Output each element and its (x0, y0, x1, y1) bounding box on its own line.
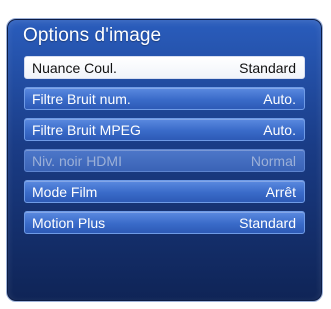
menu-item-value: Arrêt (265, 183, 296, 200)
menu-item-label: Filtre Bruit MPEG (32, 121, 141, 138)
menu-item-label: Mode Film (32, 183, 98, 200)
picture-options-menu: Nuance Coul. Standard Filtre Bruit num. … (24, 56, 305, 242)
menu-item-value: Normal (250, 152, 296, 169)
menu-item-label: Nuance Coul. (32, 59, 117, 76)
menu-item-value: Standard (239, 59, 296, 76)
menu-item-nuance-coul[interactable]: Nuance Coul. Standard (24, 56, 305, 79)
menu-item-filtre-bruit-num[interactable]: Filtre Bruit num. Auto. (24, 87, 305, 110)
menu-item-label: Niv. noir HDMI (32, 152, 122, 169)
menu-item-niv-noir-hdmi: Niv. noir HDMI Normal (24, 149, 305, 172)
panel-title: Options d'image (23, 25, 162, 46)
menu-item-label: Filtre Bruit num. (32, 90, 131, 107)
menu-item-value: Auto. (263, 121, 296, 138)
menu-item-motion-plus[interactable]: Motion Plus Standard (24, 211, 305, 234)
menu-item-mode-film[interactable]: Mode Film Arrêt (24, 180, 305, 203)
menu-item-value: Auto. (263, 90, 296, 107)
menu-item-label: Motion Plus (32, 214, 106, 231)
menu-item-value: Standard (239, 214, 296, 231)
menu-item-filtre-bruit-mpeg[interactable]: Filtre Bruit MPEG Auto. (24, 118, 305, 141)
picture-options-panel: Options d'image Nuance Coul. Standard Fi… (6, 18, 323, 302)
